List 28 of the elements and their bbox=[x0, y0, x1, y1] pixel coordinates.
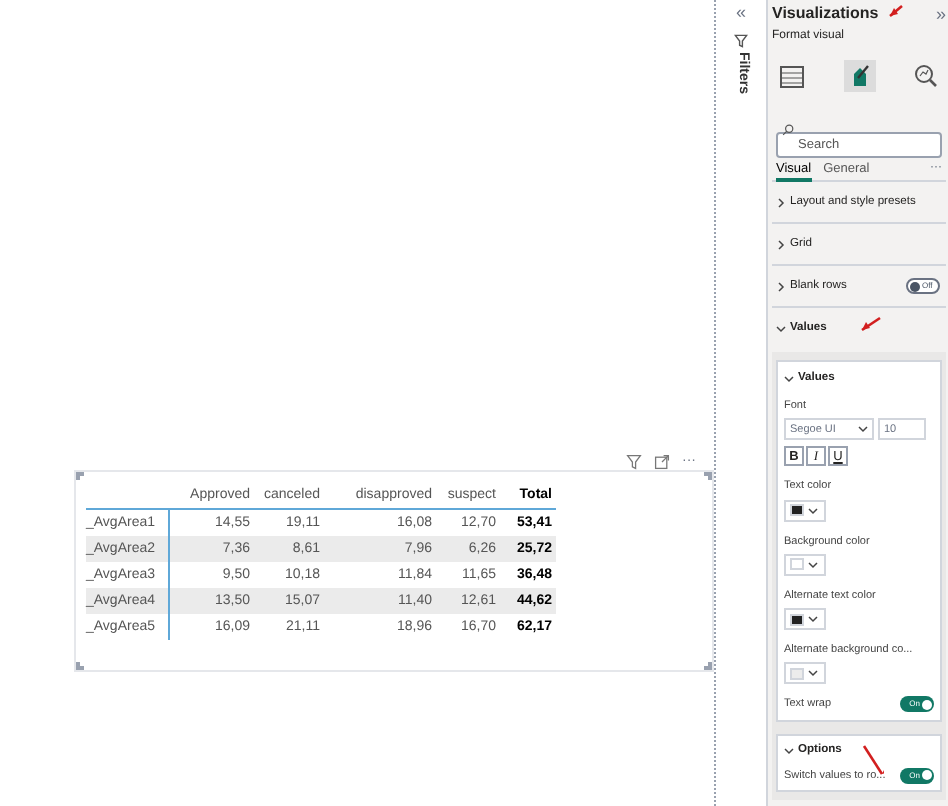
chevron-icon bbox=[808, 505, 818, 515]
focus-mode-icon[interactable] bbox=[654, 454, 670, 471]
collapse-button[interactable]: « bbox=[735, 4, 746, 22]
chevron-icon bbox=[776, 197, 786, 207]
chevron-icon bbox=[776, 239, 786, 249]
chevron-icon bbox=[808, 668, 818, 679]
chevron-icon bbox=[858, 424, 868, 435]
chevron-icon bbox=[808, 614, 818, 624]
format-paintbrush-icon[interactable] bbox=[843, 60, 875, 92]
table-build-icon[interactable] bbox=[780, 65, 804, 87]
pointer-arrow-drawing bbox=[888, 4, 904, 18]
color-picker[interactable] bbox=[784, 608, 826, 630]
filter-icon[interactable] bbox=[626, 454, 642, 471]
chevron-icon bbox=[808, 559, 818, 570]
color-picker[interactable] bbox=[784, 553, 826, 576]
chevron-icon bbox=[784, 373, 794, 383]
search-icon bbox=[782, 124, 794, 136]
color-picker[interactable] bbox=[784, 662, 826, 685]
pointer-arrow-drawing bbox=[862, 744, 884, 776]
chevron-icon bbox=[776, 281, 786, 291]
pane-title: Visualizations bbox=[772, 2, 879, 26]
chevron-icon bbox=[784, 746, 794, 756]
expand-button[interactable]: » bbox=[935, 5, 946, 23]
color-picker[interactable] bbox=[784, 499, 826, 521]
analytics-magnifier-icon[interactable] bbox=[914, 64, 938, 88]
chevron-icon bbox=[776, 324, 786, 334]
filter-icon bbox=[734, 34, 748, 48]
pointer-arrow-drawing bbox=[860, 316, 882, 332]
